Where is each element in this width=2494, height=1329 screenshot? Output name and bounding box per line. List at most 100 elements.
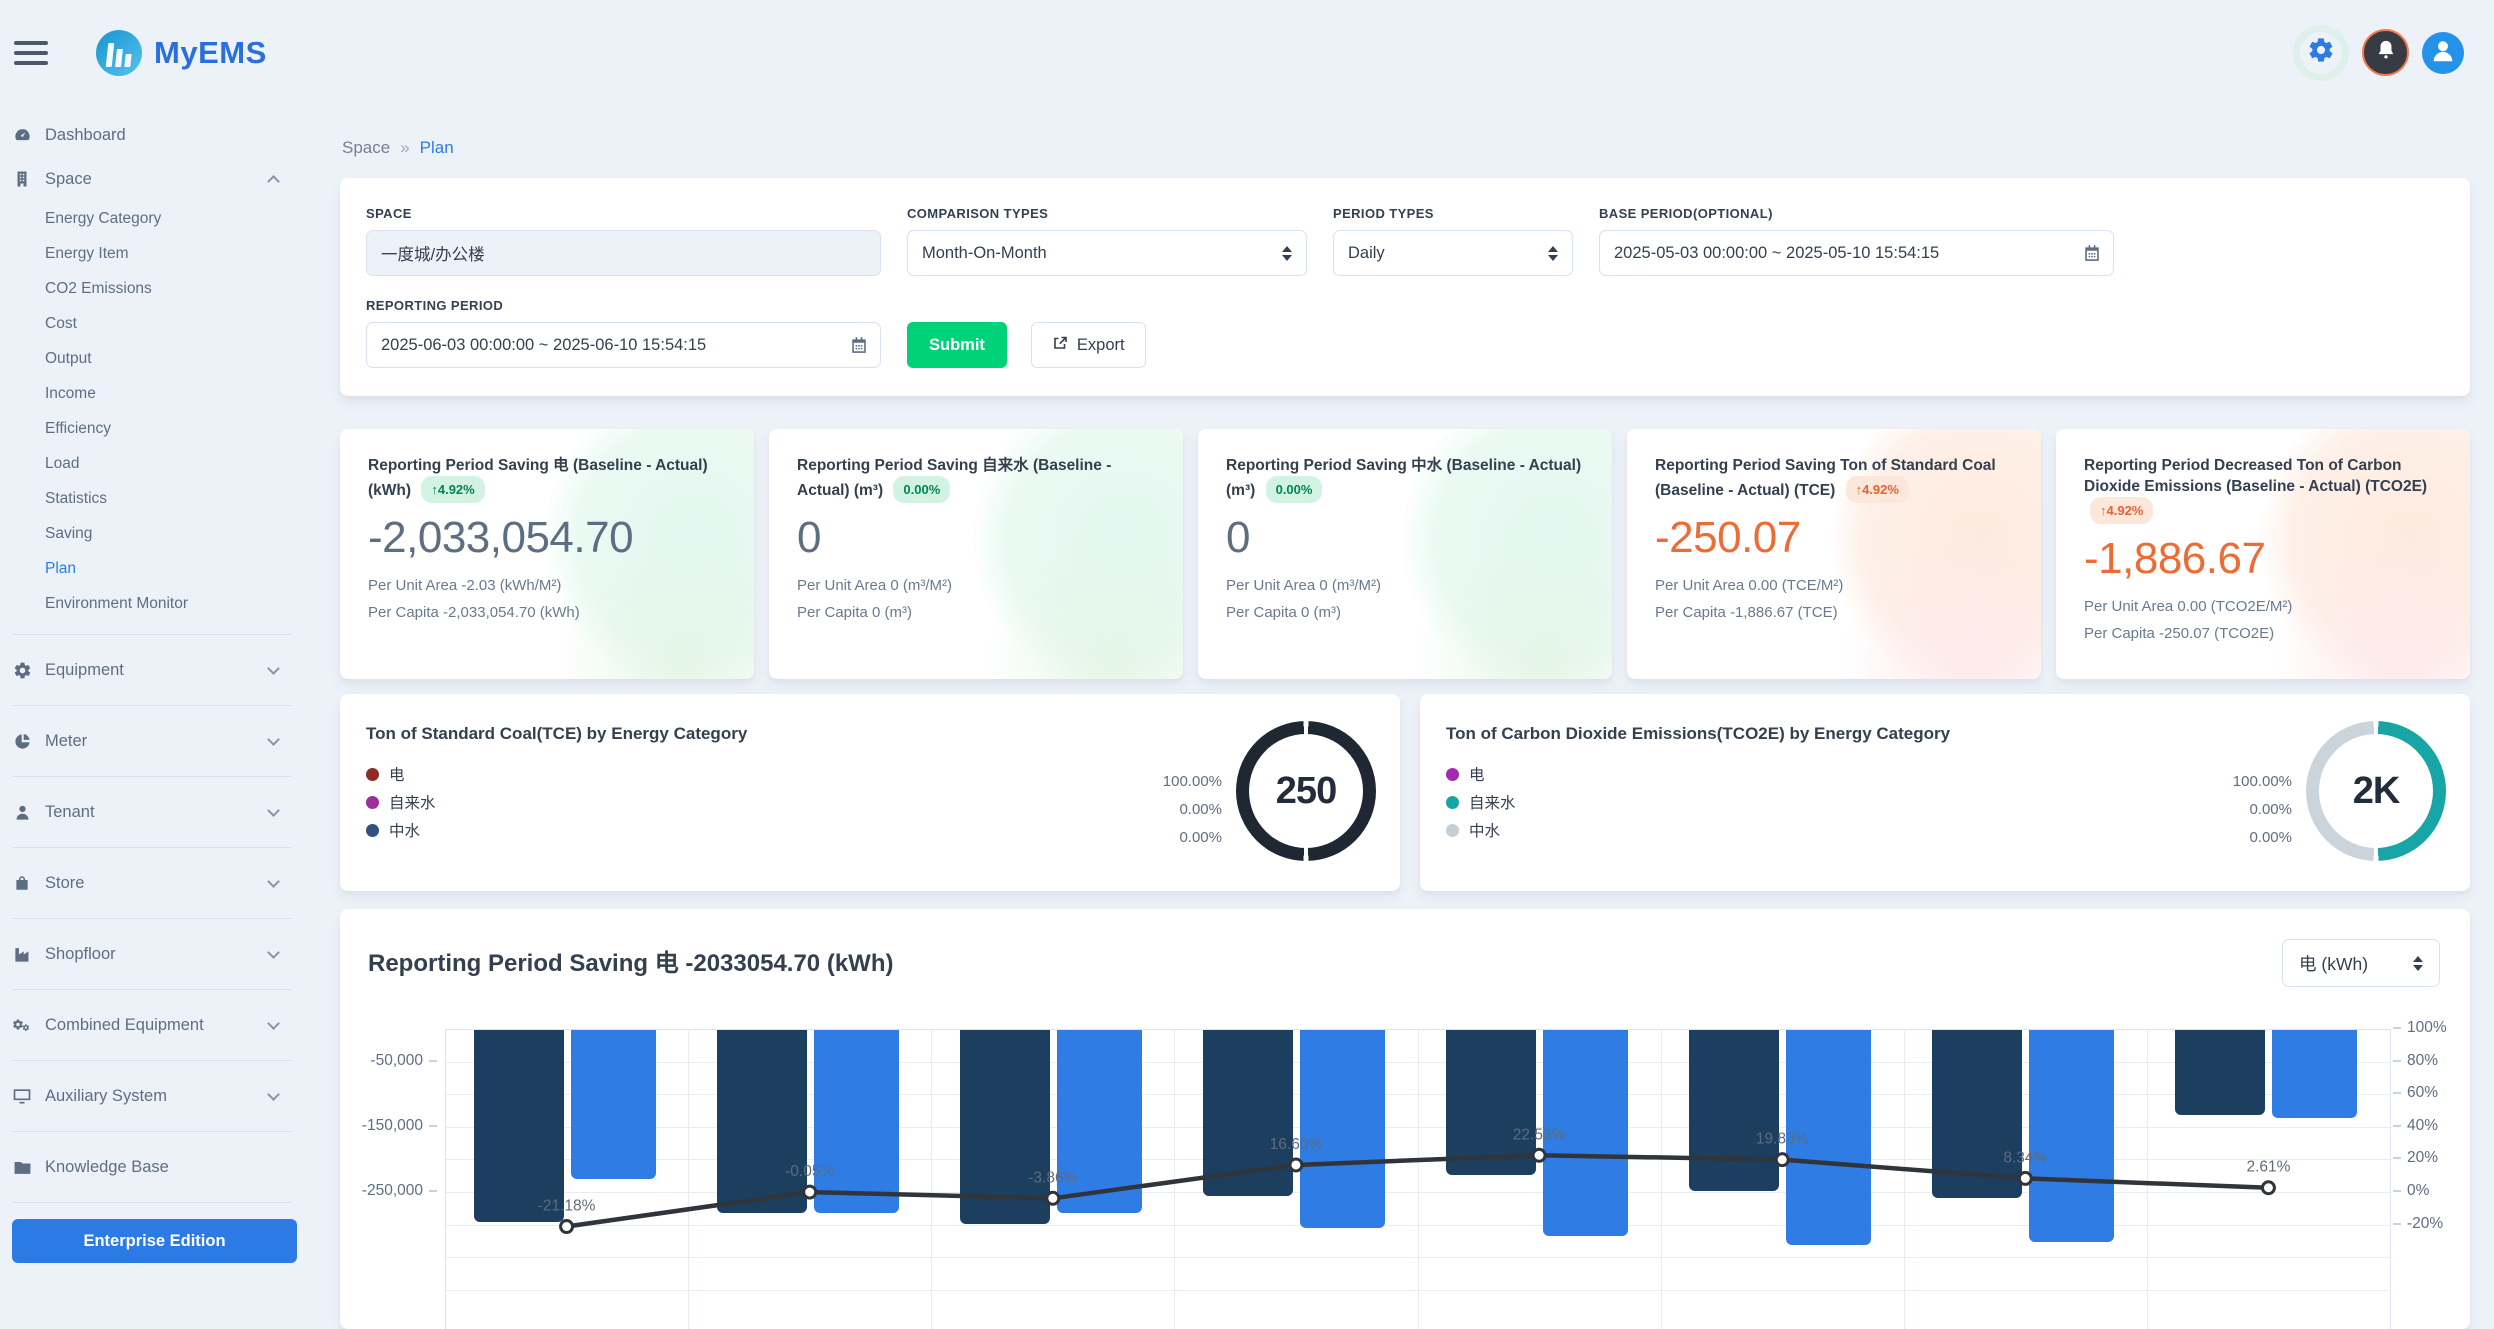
sidebar-divider [12,989,292,990]
legend-percent: 0.00% [1163,796,1222,824]
tick-mark [2393,1092,2401,1094]
menu-toggle-button[interactable] [14,41,48,65]
stat-card-badge: ↑4.92% [421,476,484,503]
sidebar-item-store[interactable]: Store [12,861,300,905]
submit-button[interactable]: Submit [907,322,1007,368]
right-axis-tick: 40% [2393,1117,2438,1135]
sidebar-subitem-income[interactable]: Income [12,376,300,411]
stat-card-title: Reporting Period Saving 电 (Baseline - Ac… [368,455,726,503]
line-marker-3[interactable] [1047,1192,1059,1204]
space-label: SPACE [366,206,881,221]
sidebar-subitem-cost[interactable]: Cost [12,306,300,341]
legend-label: 电 [1469,763,1485,785]
stat-card-title: Reporting Period Saving Ton of Standard … [1655,455,2013,503]
period-types-select[interactable]: Daily [1333,230,1573,276]
sidebar-subitem-saving[interactable]: Saving [12,516,300,551]
factory-icon [12,944,32,964]
donut-center-value: 2K [2306,721,2446,861]
tick-label: -250,000 [362,1182,423,1200]
sidebar-item-space[interactable]: Space [12,157,300,201]
right-axis-tick: 100% [2393,1019,2447,1037]
legend-dot-icon [366,768,379,781]
sidebar-item-label: Store [45,874,84,893]
user-icon [12,802,32,822]
brand-logo[interactable]: MyEMS [96,30,267,76]
space-input[interactable] [366,230,881,276]
export-button[interactable]: Export [1031,322,1146,368]
legend-item-自来水[interactable]: 自来水 [1446,788,2444,816]
sidebar-item-dashboard[interactable]: Dashboard [12,113,300,157]
select-arrows-icon [2413,956,2423,971]
legend-percent: 100.00% [2233,768,2292,796]
calendar-icon[interactable] [2083,244,2101,267]
comparison-types-select[interactable]: Month-On-Month [907,230,1307,276]
user-icon [2428,35,2458,70]
tick-label: -20% [2407,1215,2443,1233]
line-marker-6[interactable] [1776,1154,1788,1166]
stat-card-4: Reporting Period Saving Ton of Standard … [1627,429,2041,679]
breadcrumb-parent[interactable]: Space [342,138,390,158]
chart-unit-value: 电 (kWh) [2299,951,2368,976]
chevron-down-icon [267,1017,280,1030]
chart-unit-select[interactable]: 电 (kWh) [2282,939,2440,987]
tick-label: 20% [2407,1149,2438,1167]
sidebar-item-equipment[interactable]: Equipment [12,648,300,692]
sidebar-subitem-plan[interactable]: Plan [12,551,300,586]
topbar: MyEMS [0,0,2494,105]
sidebar-subitem-statistics[interactable]: Statistics [12,481,300,516]
myems-plan-page: { "brand": { "logo_text": "MyEMS" }, "to… [0,0,2494,1248]
legend-label: 自来水 [389,791,436,813]
line-marker-7[interactable] [2019,1172,2031,1184]
donut-percentages: 100.00%0.00%0.00% [1163,768,1222,852]
breadcrumb-current[interactable]: Plan [420,138,454,158]
reporting-period-input[interactable] [366,322,881,368]
sidebar-item-knowledge-base[interactable]: Knowledge Base [12,1145,300,1189]
donut-legend: 电自来水中水 [366,760,1374,844]
sidebar-item-combined-equipment[interactable]: Combined Equipment [12,1003,300,1047]
line-marker-4[interactable] [1290,1159,1302,1171]
gridline-vertical [2390,1029,2391,1329]
sidebar-subitem-output[interactable]: Output [12,341,300,376]
sidebar-item-label: Space [45,170,92,189]
legend-percent: 100.00% [1163,768,1222,796]
chart-plot-area: -21.18%-0.05%-3.86%16.60%22.53%19.83%8.3… [445,1029,2390,1329]
line-marker-1[interactable] [561,1221,573,1233]
sidebar-subitem-environment-monitor[interactable]: Environment Monitor [12,586,300,621]
sidebar-item-meter[interactable]: Meter [12,719,300,763]
notifications-button[interactable] [2362,29,2409,76]
sidebar-subitem-load[interactable]: Load [12,446,300,481]
settings-button[interactable] [2293,25,2349,81]
legend-item-中水[interactable]: 中水 [1446,816,2444,844]
sidebar-subitem-energy-item[interactable]: Energy Item [12,236,300,271]
legend-item-自来水[interactable]: 自来水 [366,788,1374,816]
stat-card-badge: ↑4.92% [2090,497,2153,524]
sidebar-item-label: Equipment [45,661,124,680]
percentage-line-chart: -21.18%-0.05%-3.86%16.60%22.53%19.83%8.3… [445,1029,2390,1329]
sidebar-item-tenant[interactable]: Tenant [12,790,300,834]
line-marker-2[interactable] [804,1186,816,1198]
user-avatar-button[interactable] [2422,32,2464,74]
base-period-input[interactable] [1599,230,2114,276]
sidebar-item-auxiliary-system[interactable]: Auxiliary System [12,1074,300,1118]
line-point-label: 2.61% [2246,1159,2290,1176]
line-point-label: 19.83% [1756,1131,1809,1148]
sidebar-subitem-efficiency[interactable]: Efficiency [12,411,300,446]
sidebar-item-label: Auxiliary System [45,1087,167,1106]
sidebar-subitem-co2-emissions[interactable]: CO2 Emissions [12,271,300,306]
donut-cards-row: Ton of Standard Coal(TCE) by Energy Cate… [340,694,2470,891]
legend-item-中水[interactable]: 中水 [366,816,1374,844]
line-marker-5[interactable] [1533,1149,1545,1161]
line-marker-8[interactable] [2262,1182,2274,1194]
sidebar-subitem-energy-category[interactable]: Energy Category [12,201,300,236]
comparison-types-value: Month-On-Month [922,244,1047,263]
per-unit-area-text: Per Unit Area 0.00 (TCE/M²) [1655,577,2013,594]
line-point-label: -0.05% [785,1163,834,1180]
filter-form-card: SPACE COMPARISON TYPES Month-On-Month PE… [340,178,2470,396]
myems-logo-icon [96,30,142,76]
line-point-label: -3.86% [1028,1169,1077,1186]
legend-item-电[interactable]: 电 [366,760,1374,788]
enterprise-edition-button[interactable]: Enterprise Edition [12,1219,297,1263]
legend-item-电[interactable]: 电 [1446,760,2444,788]
calendar-icon[interactable] [850,336,868,359]
sidebar-item-shopfloor[interactable]: Shopfloor [12,932,300,976]
